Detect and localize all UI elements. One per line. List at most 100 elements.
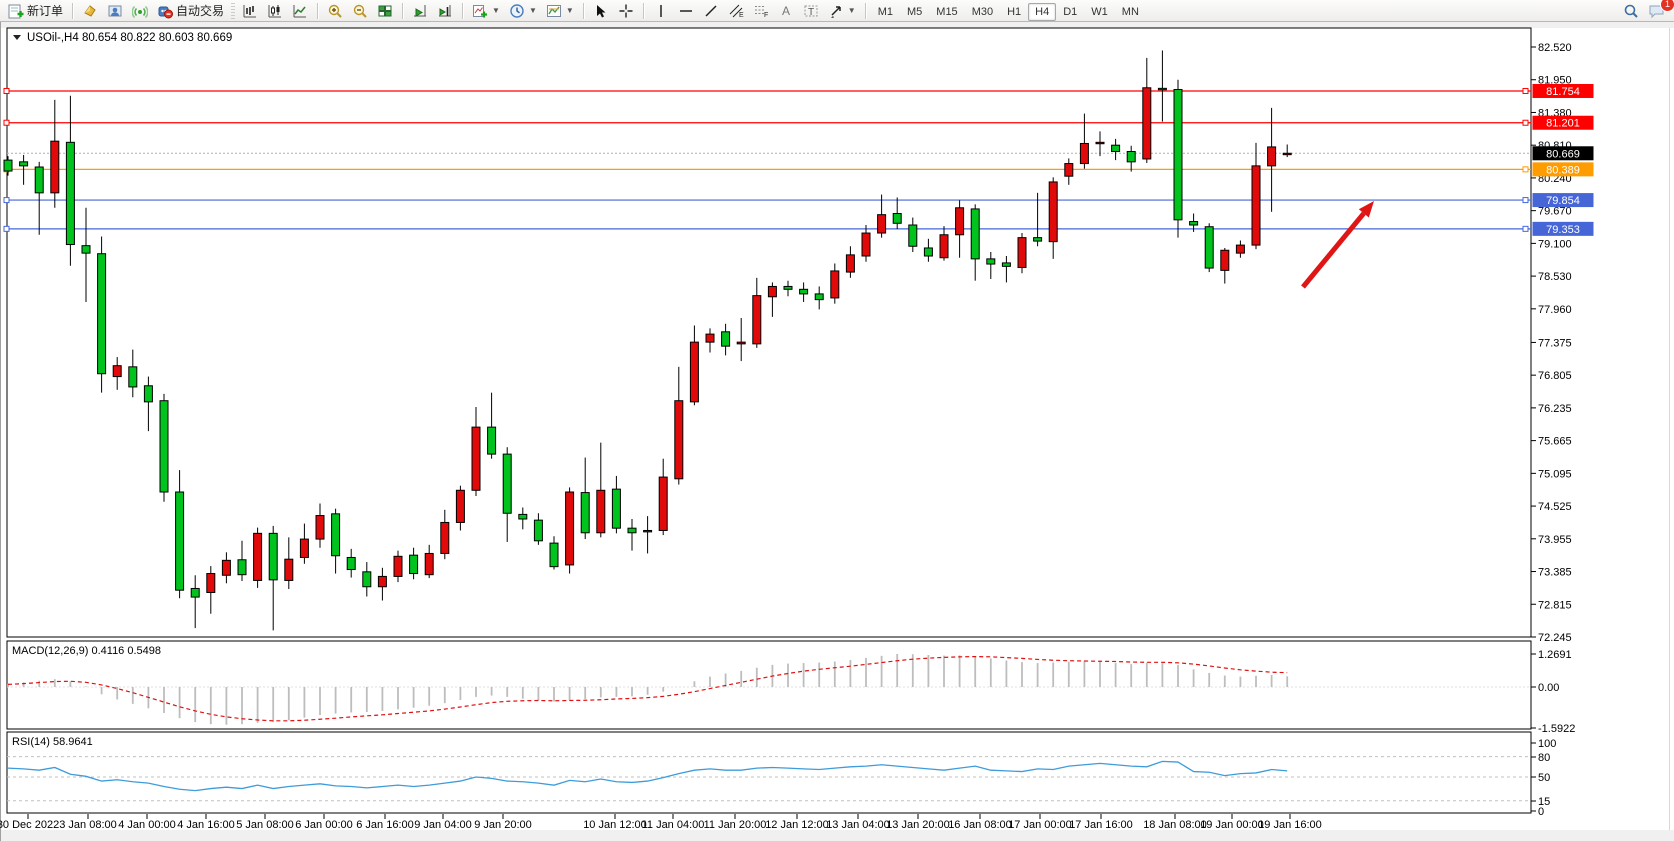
notification-badge: 1 xyxy=(1660,0,1674,12)
history-center-button[interactable] xyxy=(78,0,102,22)
price-axis-label: 72.815 xyxy=(1538,599,1572,611)
time-axis-label: 12 Jan 12:00 xyxy=(765,819,829,831)
svg-text:E: E xyxy=(739,12,744,19)
timeframe-m5-button[interactable]: M5 xyxy=(900,3,929,21)
rsi-axis-label: 50 xyxy=(1538,772,1550,784)
current-price-badge-label: 80.669 xyxy=(1546,148,1580,160)
chart-title: USOil-,H4 80.654 80.822 80.603 80.669 xyxy=(13,32,232,44)
channel-button[interactable]: E xyxy=(724,0,748,22)
time-axis-label: 19 Jan 00:00 xyxy=(1200,819,1264,831)
zoom-in-button[interactable] xyxy=(323,0,347,22)
templates-button[interactable]: ▼ xyxy=(542,0,578,22)
time-axis-label: 9 Jan 04:00 xyxy=(414,819,472,831)
arrows-button[interactable]: ▼ xyxy=(824,0,860,22)
search-icon xyxy=(1623,3,1639,19)
price-axis-label: 79.100 xyxy=(1538,238,1572,250)
bar-chart-mode-button[interactable] xyxy=(238,0,262,22)
line-chart-mode-button[interactable] xyxy=(288,0,312,22)
time-axis-label: 13 Jan 04:00 xyxy=(826,819,890,831)
notifications-button[interactable]: 1 xyxy=(1644,0,1670,22)
market-watch-button[interactable] xyxy=(103,0,127,22)
price-axis-label: 73.385 xyxy=(1538,567,1572,579)
auto-trading-label: 自动交易 xyxy=(176,2,224,19)
horizontal-line-button[interactable] xyxy=(674,0,698,22)
timeframe-m15-button[interactable]: M15 xyxy=(929,3,964,21)
timeframe-m30-button[interactable]: M30 xyxy=(965,3,1000,21)
rsi-axis-label: 0 xyxy=(1538,806,1544,818)
price-axis-label: 78.530 xyxy=(1538,271,1572,283)
price-axis-label: 79.670 xyxy=(1538,206,1572,218)
time-axis-label: 4 Jan 16:00 xyxy=(177,819,235,831)
window-margin-top xyxy=(0,22,1674,28)
time-axis-label: 13 Jan 20:00 xyxy=(886,819,950,831)
auto-trading-button[interactable]: 自动交易 xyxy=(153,0,228,22)
fibonacci-icon: F xyxy=(753,3,769,19)
price-axis-label: 75.095 xyxy=(1538,468,1572,480)
timeframe-d1-button[interactable]: D1 xyxy=(1056,3,1084,21)
new-order-label: 新订单 xyxy=(27,2,63,19)
trendline-button[interactable] xyxy=(699,0,723,22)
time-axis-label: 30 Dec 2022 xyxy=(0,819,59,831)
clock-icon xyxy=(509,3,525,19)
price-line-badge-label: 79.854 xyxy=(1546,195,1580,207)
toolbar-separator xyxy=(72,3,73,19)
bar-chart-icon xyxy=(242,3,258,19)
time-axis-label: 11 Jan 20:00 xyxy=(704,819,767,831)
auto-scroll-icon xyxy=(412,3,428,19)
dropdown-caret-icon: ▼ xyxy=(848,6,856,15)
vertical-line-icon xyxy=(653,3,669,19)
signals-button[interactable] xyxy=(128,0,152,22)
gold-tool-icon xyxy=(82,3,98,19)
time-axis-label: 5 Jan 08:00 xyxy=(236,819,294,831)
candlestick-mode-button[interactable] xyxy=(263,0,287,22)
rsi-axis-label: 80 xyxy=(1538,752,1550,764)
trendline-icon xyxy=(703,3,719,19)
timeframe-h1-button[interactable]: H1 xyxy=(1000,3,1028,21)
auto-scroll-button[interactable] xyxy=(408,0,432,22)
crosshair-button[interactable] xyxy=(614,0,638,22)
zoom-out-icon xyxy=(352,3,368,19)
new-order-button[interactable]: 新订单 xyxy=(4,0,67,22)
toolbar-separator xyxy=(402,3,403,19)
cursor-button[interactable] xyxy=(589,0,613,22)
line-chart-icon xyxy=(292,3,308,19)
price-axis-label: 76.805 xyxy=(1538,370,1572,382)
price-line-badge-label: 79.353 xyxy=(1546,224,1580,236)
time-axis-label: 6 Jan 16:00 xyxy=(356,819,414,831)
text-button[interactable]: A xyxy=(774,0,798,22)
time-axis-label: 17 Jan 00:00 xyxy=(1008,819,1072,831)
new-order-icon xyxy=(8,3,24,19)
fibonacci-button[interactable]: F xyxy=(749,0,773,22)
svg-text:USOil-,H4 80.654 80.822 80.60: USOil-,H4 80.654 80.822 80.603 80.669 xyxy=(27,32,232,44)
chart-shift-icon xyxy=(437,3,453,19)
window-margin-bottom xyxy=(0,830,1674,841)
macd-label: MACD(12,26,9) 0.4116 0.5498 xyxy=(12,645,161,657)
time-axis-label: 10 Jan 12:00 xyxy=(583,819,647,831)
timeframe-mn-button[interactable]: MN xyxy=(1115,3,1146,21)
price-axis-label: 75.665 xyxy=(1538,436,1572,448)
price-axis-label: 74.525 xyxy=(1538,501,1572,513)
timeframe-h4-button[interactable]: H4 xyxy=(1028,3,1056,21)
toolbar-grip xyxy=(231,3,235,19)
vertical-line-button[interactable] xyxy=(649,0,673,22)
price-line-badge-label: 80.389 xyxy=(1546,164,1580,176)
market-watch-icon xyxy=(107,3,123,19)
periods-button[interactable]: ▼ xyxy=(505,0,541,22)
zoom-out-button[interactable] xyxy=(348,0,372,22)
dropdown-caret-icon: ▼ xyxy=(529,6,537,15)
timeframe-m1-button[interactable]: M1 xyxy=(871,3,900,21)
search-button[interactable] xyxy=(1619,0,1643,22)
label-icon: T xyxy=(803,3,819,19)
indicators-button[interactable]: ▼ xyxy=(468,0,504,22)
price-axis-label: 77.375 xyxy=(1538,337,1572,349)
time-axis-label: 16 Jan 08:00 xyxy=(948,819,1012,831)
price-axis-label: 76.235 xyxy=(1538,403,1572,415)
tile-windows-button[interactable] xyxy=(373,0,397,22)
timeframe-w1-button[interactable]: W1 xyxy=(1084,3,1115,21)
price-axis-label: 77.960 xyxy=(1538,304,1572,316)
chart-shift-button[interactable] xyxy=(433,0,457,22)
time-axis-label: 9 Jan 20:00 xyxy=(474,819,532,831)
label-button[interactable]: T xyxy=(799,0,823,22)
chart-window[interactable]: 82.52081.95081.38080.81080.24079.67079.1… xyxy=(0,22,1674,841)
toolbar-separator xyxy=(865,3,866,19)
